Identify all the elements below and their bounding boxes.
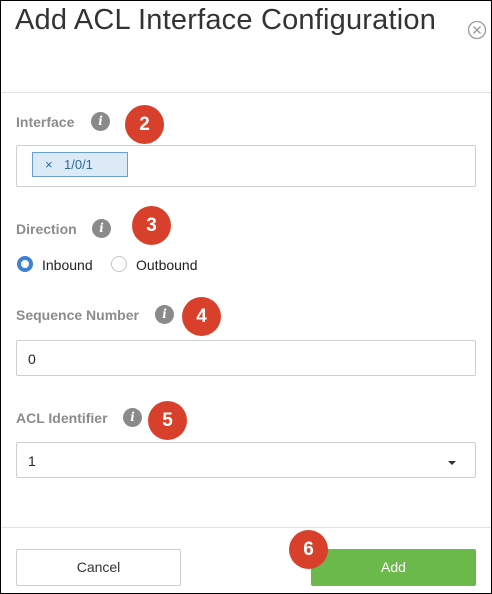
sequence-number-label: Sequence Number	[16, 307, 139, 323]
dialog-title: Add ACL Interface Configuration	[15, 4, 437, 36]
chip-value: 1/0/1	[64, 157, 93, 172]
chip-remove-icon[interactable]: ×	[45, 157, 53, 172]
step-badge-2: 2	[125, 105, 164, 144]
acl-identifier-label: ACL Identifier	[16, 410, 108, 426]
acl-identifier-select[interactable]: 1	[16, 442, 476, 478]
acl-interface-dialog: Add ACL Interface Configuration Interfac…	[0, 0, 492, 594]
radio-inbound[interactable]	[17, 256, 33, 272]
radio-outbound-label[interactable]: Outbound	[136, 257, 198, 273]
cancel-button[interactable]: Cancel	[16, 549, 181, 586]
step-badge-6: 6	[289, 530, 328, 569]
footer-divider	[1, 527, 491, 528]
interface-info-icon[interactable]: i	[91, 112, 110, 131]
interface-label: Interface	[16, 114, 75, 130]
chevron-down-icon[interactable]	[448, 461, 456, 465]
radio-outbound[interactable]	[111, 256, 127, 272]
direction-info-icon[interactable]: i	[92, 219, 111, 238]
interface-chip: × 1/0/1	[32, 152, 128, 177]
interface-select[interactable]: × 1/0/1	[16, 145, 476, 187]
acl-identifier-info-icon[interactable]: i	[123, 408, 142, 427]
step-badge-5: 5	[148, 401, 187, 440]
header-divider	[1, 92, 491, 93]
close-icon[interactable]	[467, 20, 487, 40]
add-button[interactable]: Add	[311, 549, 476, 586]
radio-inbound-label[interactable]: Inbound	[42, 257, 93, 273]
sequence-number-value[interactable]: 0	[28, 351, 36, 367]
sequence-number-info-icon[interactable]: i	[155, 305, 174, 324]
direction-label: Direction	[16, 221, 77, 237]
sequence-number-input[interactable]: 0	[16, 340, 476, 376]
step-badge-4: 4	[182, 297, 221, 336]
step-badge-3: 3	[132, 206, 171, 245]
acl-identifier-value: 1	[28, 453, 36, 469]
